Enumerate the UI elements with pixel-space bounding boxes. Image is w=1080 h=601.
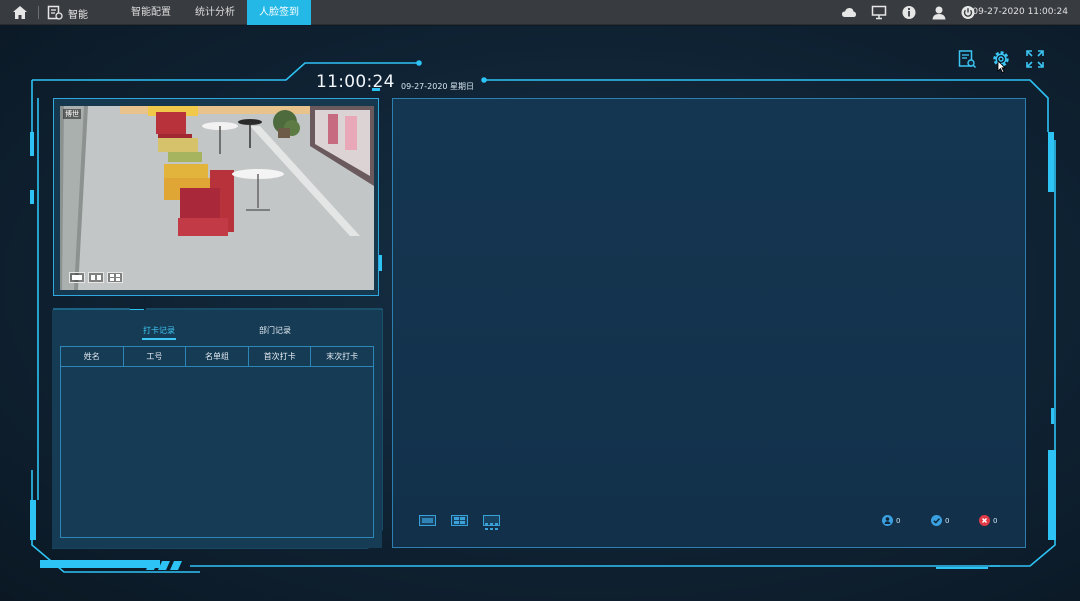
quad-layout-icon[interactable] bbox=[107, 272, 123, 283]
table-header: 姓名 工号 名单组 首次打卡 末次打卡 bbox=[61, 347, 373, 367]
cross-icon bbox=[979, 515, 990, 526]
grid-9-icon[interactable] bbox=[483, 515, 500, 530]
column-header-first-checkin[interactable]: 首次打卡 bbox=[249, 347, 312, 366]
camera-osd-label: 博世 bbox=[63, 109, 81, 119]
tab-checkin-records[interactable]: 打卡记录 bbox=[143, 325, 175, 336]
failed-count: 0 bbox=[993, 516, 998, 525]
live-video-feed[interactable]: 博世 bbox=[60, 106, 374, 290]
check-icon bbox=[931, 515, 942, 526]
person-icon bbox=[882, 515, 893, 526]
column-header-id[interactable]: 工号 bbox=[124, 347, 187, 366]
clock-time: 11:00:24 bbox=[316, 72, 395, 92]
fullscreen-icon[interactable] bbox=[1025, 49, 1045, 69]
mouse-cursor-icon bbox=[997, 60, 1006, 73]
passed-count: 0 bbox=[945, 516, 950, 525]
grid-4-icon[interactable] bbox=[451, 515, 468, 526]
person-count: 0 bbox=[896, 516, 901, 525]
failed-count-stat: 0 bbox=[979, 515, 997, 526]
dual-layout-icon[interactable] bbox=[88, 272, 104, 283]
clock-date: 09-27-2020 星期日 bbox=[401, 82, 475, 91]
face-display-panel bbox=[392, 98, 1026, 548]
grid-1-icon[interactable] bbox=[419, 515, 436, 526]
records-table[interactable]: 姓名 工号 名单组 首次打卡 末次打卡 bbox=[60, 346, 374, 538]
camera-scene bbox=[60, 106, 374, 290]
single-layout-icon[interactable] bbox=[69, 272, 85, 283]
person-count-stat: 0 bbox=[882, 515, 900, 526]
search-record-icon[interactable] bbox=[957, 49, 977, 69]
column-header-group[interactable]: 名单组 bbox=[186, 347, 249, 366]
column-header-name[interactable]: 姓名 bbox=[61, 347, 124, 366]
active-tab-indicator bbox=[142, 338, 176, 340]
column-header-last-checkin[interactable]: 末次打卡 bbox=[311, 347, 373, 366]
tab-department-records[interactable]: 部门记录 bbox=[259, 325, 291, 336]
passed-count-stat: 0 bbox=[931, 515, 949, 526]
